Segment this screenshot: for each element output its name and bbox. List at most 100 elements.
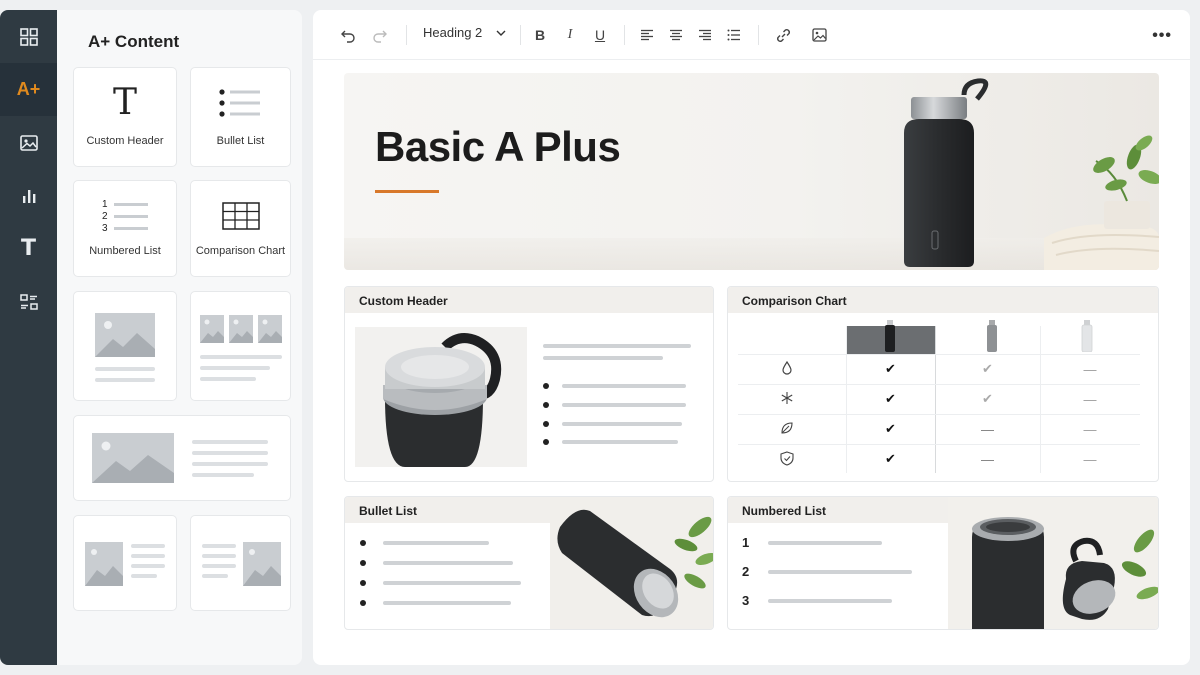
bullet-list-module[interactable]: Bullet List	[344, 496, 714, 630]
comparison-chart-module[interactable]: Comparison Chart ✔ ✔ — ✔ ✔ — ✔ — — ✔ — —	[727, 286, 1159, 482]
bold-button[interactable]: B	[530, 24, 550, 46]
module-label: Numbered List	[89, 245, 161, 257]
text-icon: T	[20, 236, 36, 261]
custom-header-module[interactable]: Custom Header	[344, 286, 714, 482]
align-center-button[interactable]	[666, 24, 686, 46]
toolbar-divider	[624, 25, 625, 45]
module-label: Comparison Chart	[195, 245, 286, 257]
image-placeholder-icon	[95, 313, 155, 357]
rail-components[interactable]	[0, 275, 57, 328]
align-center-icon	[670, 29, 682, 41]
cell-r2-c3: —	[1083, 391, 1097, 407]
numbered-list-icon: 1 2 3	[102, 199, 152, 235]
module-custom-header[interactable]: T Custom Header	[73, 67, 177, 167]
num-3: 3	[102, 223, 108, 234]
product-black-bottle	[885, 320, 895, 352]
grid-icon	[19, 27, 38, 46]
heading-style-select[interactable]: Heading 2	[423, 25, 506, 40]
image-placeholder-icon	[229, 315, 253, 343]
align-right-button[interactable]	[695, 24, 715, 46]
bottle-side-image	[550, 497, 713, 629]
undo-icon	[341, 30, 355, 43]
image-placeholder-icon	[200, 315, 224, 343]
hero-bottle-image	[344, 78, 1159, 270]
bullet-list-button[interactable]	[724, 24, 744, 46]
icon-rail: A+ T	[0, 10, 57, 665]
cell-r2-c1: ✔	[885, 391, 896, 406]
module-text-image-right[interactable]	[190, 515, 291, 611]
underline-button[interactable]: U	[590, 24, 610, 46]
align-left-icon	[641, 29, 653, 41]
cell-r1-c3: —	[1083, 361, 1097, 377]
toolbar-divider	[520, 25, 521, 45]
more-options-button[interactable]: •••	[1152, 27, 1172, 45]
cell-r3-c1: ✔	[885, 421, 896, 436]
bottle-cap-image	[355, 327, 527, 467]
redo-button[interactable]	[369, 24, 391, 46]
insert-link-button[interactable]	[772, 24, 794, 46]
product-white-bottle	[1081, 320, 1093, 352]
module-title: Bullet List	[345, 497, 550, 523]
module-label: Bullet List	[216, 135, 265, 147]
undo-button[interactable]	[337, 24, 359, 46]
link-icon	[776, 28, 790, 42]
image-icon	[811, 28, 827, 42]
cell-r3-c2: —	[981, 421, 994, 437]
module-title: Comparison Chart	[728, 287, 1158, 313]
list-number-1: 1	[742, 535, 750, 550]
toolbar-divider	[406, 25, 407, 45]
aplus-icon: A+	[16, 79, 41, 99]
rail-layout[interactable]	[0, 10, 57, 63]
formatting-toolbar: Heading 2 B I U •••	[313, 10, 1190, 60]
editor-canvas: Heading 2 B I U ••• Basic A Plus Custom …	[313, 10, 1190, 665]
heading-select-value: Heading 2	[423, 25, 483, 40]
module-wide-image-text[interactable]	[73, 415, 291, 501]
align-right-icon	[699, 29, 711, 41]
image-placeholder-icon	[92, 433, 174, 483]
module-bullet-list[interactable]: Bullet List	[190, 67, 291, 167]
rail-charts[interactable]	[0, 169, 57, 222]
panel-title: A+ Content	[88, 32, 180, 51]
redo-icon	[373, 30, 387, 43]
rail-images[interactable]	[0, 116, 57, 169]
image-icon	[19, 134, 38, 151]
list-number-3: 3	[742, 593, 750, 608]
list-icon	[727, 29, 740, 41]
cell-r1-c2: ✔	[982, 361, 993, 376]
snowflake-icon	[781, 392, 793, 404]
num-1: 1	[102, 199, 108, 210]
droplet-icon	[782, 361, 792, 375]
bar-chart-icon	[22, 189, 35, 203]
serif-t-icon: T	[112, 82, 137, 123]
num-2: 2	[102, 211, 108, 222]
chevron-down-icon	[496, 30, 506, 36]
numbered-list-module[interactable]: Numbered List 1 2 3	[727, 496, 1159, 630]
image-placeholder-icon	[243, 542, 281, 586]
list-number-2: 2	[742, 564, 750, 579]
leaf-icon	[781, 422, 793, 434]
module-numbered-list[interactable]: 1 2 3 Numbered List	[73, 180, 177, 277]
components-icon	[19, 293, 38, 310]
module-comparison-chart[interactable]: Comparison Chart	[190, 180, 291, 277]
module-three-images[interactable]	[190, 291, 291, 401]
bullet-list-icon	[219, 89, 260, 117]
align-left-button[interactable]	[637, 24, 657, 46]
toolbar-divider	[758, 25, 759, 45]
rail-text[interactable]: T	[0, 222, 57, 275]
cell-r4-c3: —	[1083, 451, 1097, 467]
module-image-left-text[interactable]	[73, 515, 177, 611]
table-icon	[222, 202, 260, 230]
shield-icon	[780, 451, 794, 466]
module-image-text[interactable]	[73, 291, 177, 401]
open-bottle-image	[948, 497, 1158, 629]
rail-aplus-content[interactable]: A+	[0, 63, 57, 116]
hero-banner[interactable]: Basic A Plus	[344, 73, 1159, 270]
cell-r4-c2: —	[981, 451, 994, 467]
cell-r1-c1: ✔	[885, 361, 896, 376]
module-title: Custom Header	[345, 287, 713, 313]
insert-image-button[interactable]	[808, 24, 830, 46]
italic-button[interactable]: I	[560, 24, 580, 46]
content-panel: A+ Content T Custom Header Bullet List 1…	[57, 10, 302, 665]
cell-r4-c1: ✔	[885, 451, 896, 466]
product-gray-bottle	[987, 320, 997, 352]
